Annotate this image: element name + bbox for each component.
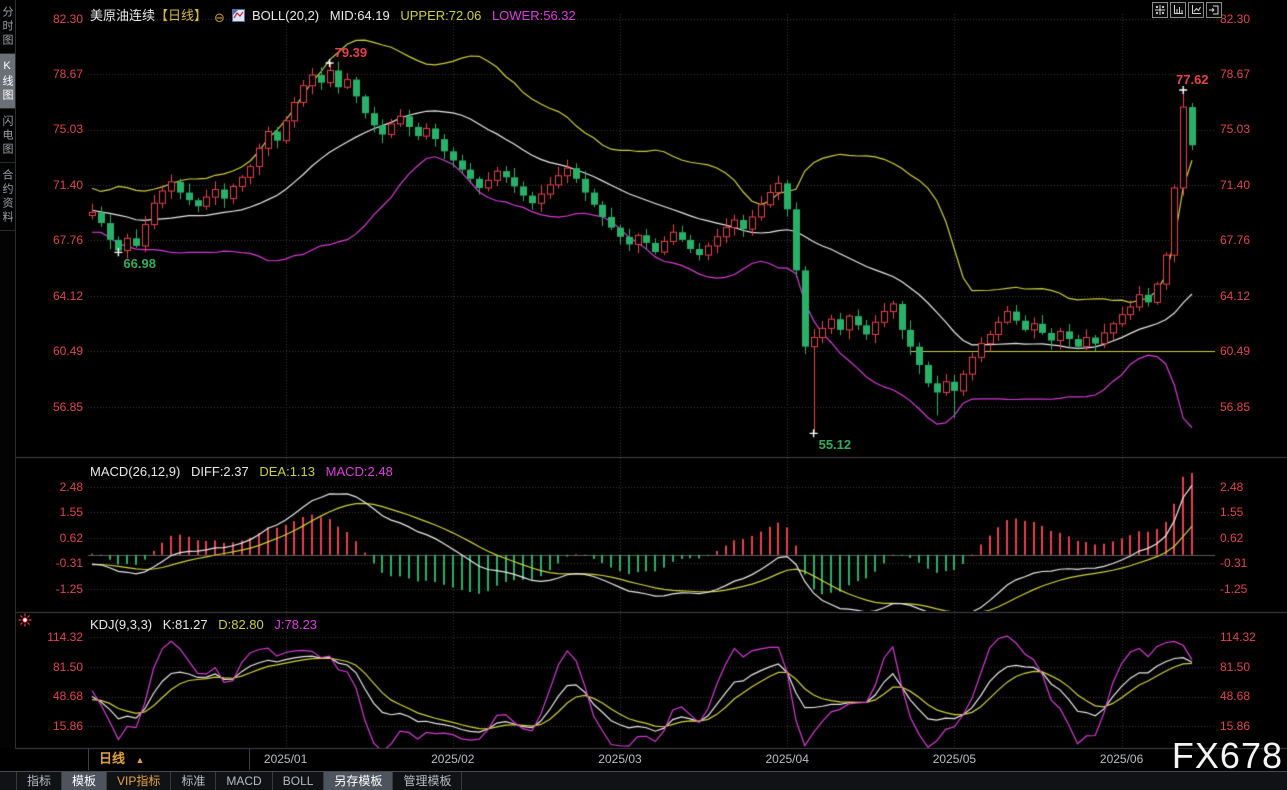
toolbar-item-macd[interactable]: MACD	[216, 772, 272, 790]
sidebar-item-label: 闪电图	[1, 115, 13, 157]
toolbar-item-save-template[interactable]: 另存模板	[324, 772, 393, 790]
chevron-up-icon: ▲	[135, 755, 144, 765]
bottom-toolbar: 指标 模板 VIP指标 标准 MACD BOLL 另存模板 管理模板	[0, 771, 1287, 790]
toolbar-item-indicators[interactable]: 指标	[16, 772, 62, 790]
toolbar-item-vip-indicators[interactable]: VIP指标	[107, 772, 171, 790]
sidebar-item-label: 合约资料	[1, 169, 13, 225]
collapse-circle-icon[interactable]: ⊖	[214, 10, 225, 26]
crosshair-icon[interactable]	[1152, 2, 1168, 18]
sidebar-item-contract-info[interactable]: 合约资料	[0, 163, 15, 231]
starburst-icon	[18, 613, 32, 632]
toolbar-item-templates[interactable]: 模板	[62, 772, 107, 790]
sidebar-item-kline-chart[interactable]: K线图	[0, 54, 15, 109]
sidebar-item-time-chart[interactable]: 分时图	[0, 0, 15, 54]
chart-toolbar	[1152, 2, 1222, 18]
trading-app-window: 分时图 K线图 闪电图 合约资料 美原油连续【日线】⊖BOLL(20,2) MI…	[0, 0, 1287, 790]
axis-trend-chart-icon[interactable]	[1188, 2, 1204, 18]
chart-type-sidebar: 分时图 K线图 闪电图 合约资料	[0, 0, 16, 748]
sidebar-item-flash-chart[interactable]: 闪电图	[0, 109, 15, 163]
toolbar-item-manage-templates[interactable]: 管理模板	[393, 772, 462, 790]
sidebar-item-label: 分时图	[1, 6, 13, 48]
period-selector-label: 日线	[99, 751, 125, 766]
axis-scale-chart-icon[interactable]	[1170, 2, 1186, 18]
sidebar-item-label: K线图	[1, 60, 13, 103]
toolbar-item-standard[interactable]: 标准	[171, 772, 216, 790]
exit-panel-icon[interactable]	[1206, 2, 1222, 18]
candlestick-chart-canvas[interactable]	[0, 0, 1287, 790]
period-selector[interactable]: 日线 ▲	[88, 748, 250, 770]
toolbar-item-boll[interactable]: BOLL	[273, 772, 325, 790]
